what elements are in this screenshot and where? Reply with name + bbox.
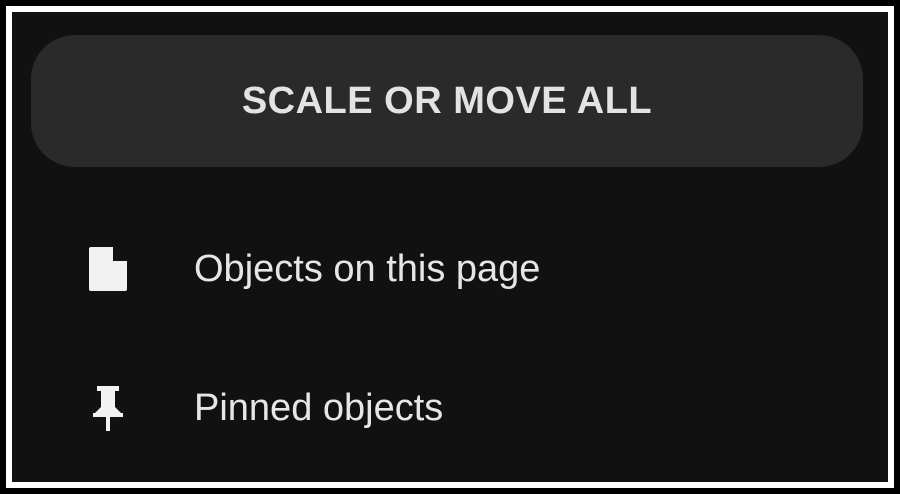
menu-item-objects-on-this-page[interactable]: Objects on this page [12, 209, 888, 329]
menu-item-label: Objects on this page [194, 247, 541, 290]
scale-or-move-all-button[interactable]: SCALE OR MOVE ALL [31, 35, 863, 167]
menu-item-pinned-objects[interactable]: Pinned objects [12, 348, 888, 468]
scale-or-move-all-label: SCALE OR MOVE ALL [241, 79, 653, 122]
file-icon [84, 245, 132, 293]
menu-panel: SCALE OR MOVE ALL Objects on this page P… [12, 12, 888, 482]
menu-item-label: Pinned objects [194, 386, 444, 429]
pin-icon [84, 384, 132, 432]
